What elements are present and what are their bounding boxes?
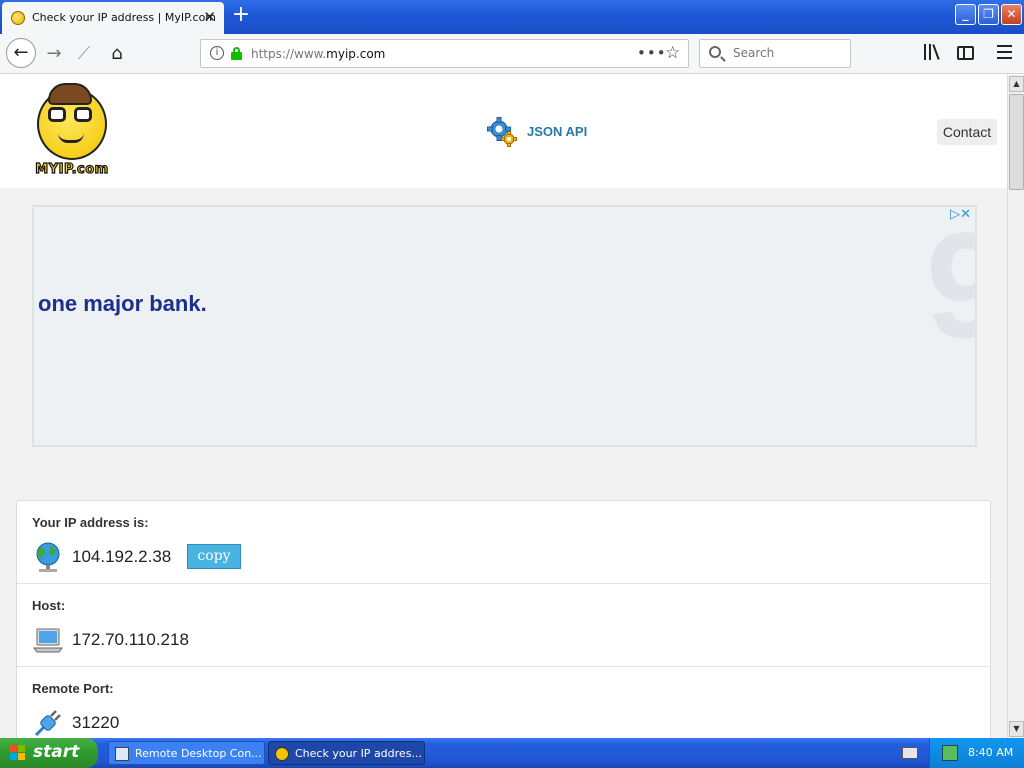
ad-tagline: one major bank. xyxy=(38,291,207,316)
myip-logo[interactable]: MYIP.com xyxy=(34,81,110,181)
browser-tab-strip: Check your IP address | MyIP.com ✕ + _ ❐… xyxy=(0,0,1024,34)
port-label: Remote Port: xyxy=(32,681,114,696)
host-value: 172.70.110.218 xyxy=(72,630,189,649)
windows-taskbar: start Remote Desktop Con... Check your I… xyxy=(0,738,1024,768)
logo-glasses-right xyxy=(74,107,92,122)
url-prefix: https://www. xyxy=(251,47,327,61)
taskbar-item-remote-desktop[interactable]: Remote Desktop Con... xyxy=(108,741,265,765)
contact-button[interactable]: Contact xyxy=(937,119,997,145)
taskbar-item-browser[interactable]: Check your IP addres... xyxy=(268,741,425,765)
close-window-button[interactable]: ✕ xyxy=(1001,4,1022,25)
page-viewport: MYIP.com JSON API Contact 9 xyxy=(0,75,1007,738)
minimize-window-button[interactable]: _ xyxy=(955,4,976,25)
start-label: start xyxy=(33,742,80,762)
search-input[interactable] xyxy=(731,45,841,61)
bookmark-star-icon[interactable]: ☆ xyxy=(665,43,680,63)
windows-flag-icon xyxy=(10,745,26,761)
network-icon[interactable] xyxy=(942,745,958,761)
json-api-label: JSON API xyxy=(527,124,588,139)
scroll-down-arrow-icon[interactable]: ▼ xyxy=(1009,721,1024,737)
ad-choices-icon[interactable]: ▷✕ xyxy=(950,207,971,222)
clock[interactable]: 8:40 AM xyxy=(968,746,1013,759)
tab-title: Check your IP address | MyIP.com xyxy=(32,11,217,24)
close-tab-icon[interactable]: ✕ xyxy=(203,8,216,26)
ip-label: Your IP address is: xyxy=(32,515,149,530)
logo-glasses-left xyxy=(48,107,66,122)
site-header: MYIP.com JSON API Contact xyxy=(0,75,1007,188)
sidebar-toggle-icon[interactable] xyxy=(957,46,974,60)
library-icon[interactable] xyxy=(924,44,942,60)
remote-desktop-icon xyxy=(115,747,129,761)
restore-window-button[interactable]: ❐ xyxy=(978,4,999,25)
page-actions-icon[interactable]: ••• xyxy=(637,44,667,62)
taskbar-item-label: Check your IP addres... xyxy=(295,747,422,760)
host-label: Host: xyxy=(32,598,66,613)
browser-favicon-icon xyxy=(275,747,289,761)
scroll-thumb[interactable] xyxy=(1009,94,1024,190)
host-row: Host: 172.70.110.218 xyxy=(17,584,990,667)
url-text[interactable]: https://www.myip.com xyxy=(251,47,385,61)
site-info-icon[interactable]: i xyxy=(210,46,224,60)
back-arrow-icon[interactable]: ← xyxy=(6,38,36,68)
hamburger-menu-icon[interactable] xyxy=(997,45,1012,59)
advertisement-banner[interactable]: 9 one major bank. ▷✕ xyxy=(32,205,977,447)
ip-value: 104.192.2.38 xyxy=(72,547,172,566)
logo-text: MYIP.com xyxy=(35,161,109,177)
navigation-toolbar: ← → ⟋ ⌂ i https://www.myip.com ••• ☆ xyxy=(0,34,1024,74)
scroll-up-arrow-icon[interactable]: ▲ xyxy=(1009,76,1024,92)
laptop-icon xyxy=(33,628,63,653)
port-value: 31220 xyxy=(72,713,120,732)
new-tab-button[interactable]: + xyxy=(228,3,254,29)
home-icon[interactable]: ⌂ xyxy=(103,40,131,68)
start-button[interactable]: start xyxy=(0,738,98,768)
gear-icon xyxy=(487,117,517,147)
ad-big-glyph: 9 xyxy=(926,207,975,372)
stop-reload-icon[interactable]: ⟋ xyxy=(70,40,98,68)
port-row: Remote Port: 31220 xyxy=(17,667,990,738)
url-domain: myip.com xyxy=(326,47,386,61)
address-bar[interactable]: i https://www.myip.com ••• ☆ xyxy=(200,39,689,68)
search-box[interactable] xyxy=(699,39,851,68)
logo-hair xyxy=(48,83,92,105)
system-tray: 8:40 AM xyxy=(929,738,1024,768)
copy-ip-button[interactable]: copy xyxy=(187,544,241,569)
globe-icon xyxy=(36,542,60,572)
keyboard-icon[interactable] xyxy=(902,747,918,759)
site-favicon-icon xyxy=(11,11,25,25)
search-icon xyxy=(709,46,721,58)
plug-icon xyxy=(34,710,61,737)
page-scrollbar[interactable]: ▲ ▼ xyxy=(1007,75,1024,738)
browser-tab-active[interactable]: Check your IP address | MyIP.com ✕ xyxy=(2,2,224,34)
taskbar-item-label: Remote Desktop Con... xyxy=(135,747,262,760)
ip-row: Your IP address is: 104.192.2.38 copy xyxy=(17,501,990,584)
lock-icon[interactable] xyxy=(231,47,242,60)
forward-arrow-icon[interactable]: → xyxy=(40,40,68,68)
ip-info-card: Your IP address is: 104.192.2.38 copy Ho… xyxy=(16,500,991,738)
